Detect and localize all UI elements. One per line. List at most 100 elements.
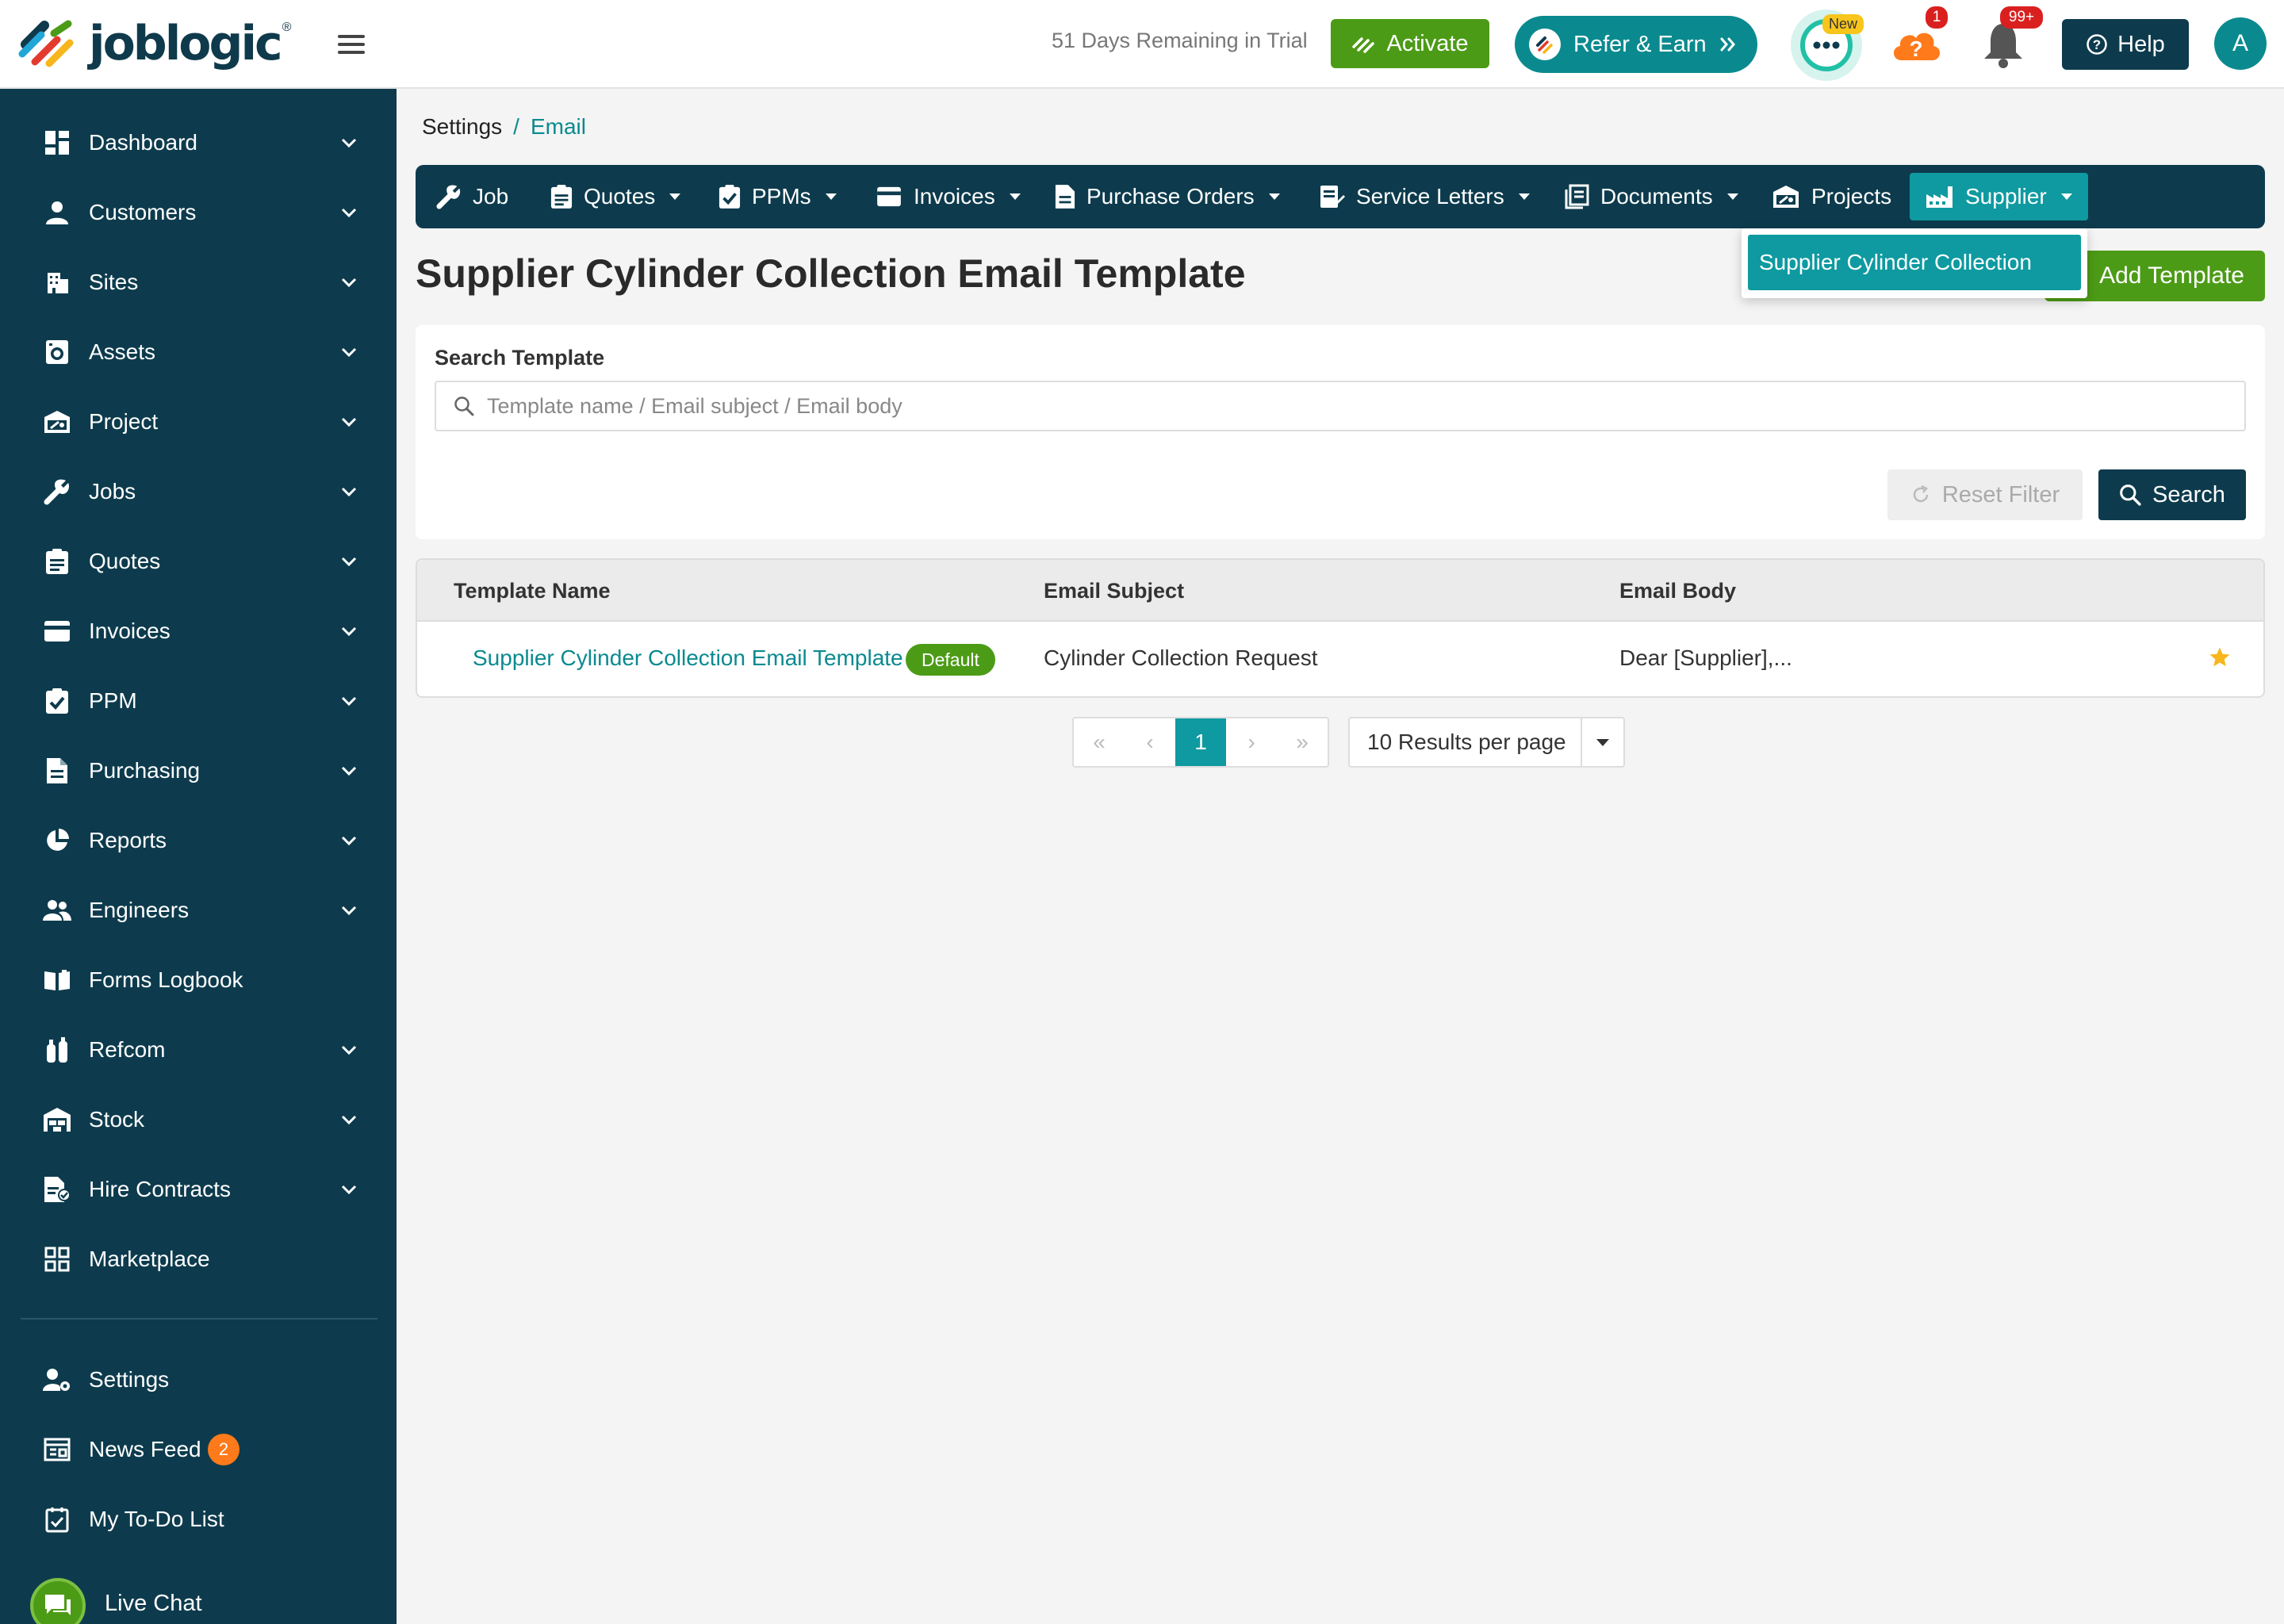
- chevron-down-icon[interactable]: [338, 690, 360, 712]
- search-input[interactable]: [487, 393, 2152, 419]
- sidebar-item-reports[interactable]: Reports: [0, 806, 397, 875]
- tab-label: Invoices: [914, 184, 995, 209]
- sidebar-item-hire-contracts[interactable]: Hire Contracts: [0, 1155, 397, 1224]
- clipboard-icon: [43, 547, 71, 576]
- tab-invoices[interactable]: Invoices: [868, 173, 1029, 220]
- previous-page-button[interactable]: ‹: [1125, 718, 1175, 766]
- refer-label: Refer & Earn: [1573, 31, 1707, 57]
- sidebar-item-todo[interactable]: My To-Do List: [0, 1484, 397, 1554]
- sidebar-item-engineers[interactable]: Engineers: [0, 875, 397, 945]
- sidebar-item-news-feed[interactable]: News Feed 2: [0, 1415, 397, 1484]
- help-circle-icon: ?: [2087, 34, 2107, 55]
- chevron-down-icon[interactable]: [338, 1178, 360, 1201]
- sidebar-item-settings[interactable]: Settings: [0, 1345, 397, 1415]
- chevron-down-icon[interactable]: [338, 829, 360, 852]
- sidebar-item-quotes[interactable]: Quotes: [0, 527, 397, 596]
- chevron-down-icon[interactable]: [338, 760, 360, 782]
- tab-job[interactable]: Job: [428, 173, 516, 220]
- document-icon: [43, 756, 71, 785]
- breadcrumb-email[interactable]: Email: [531, 114, 586, 140]
- column-header-email-subject[interactable]: Email Subject: [1044, 579, 1184, 603]
- tab-service-letters[interactable]: Service Letters: [1312, 173, 1538, 220]
- sidebar-divider: [21, 1318, 377, 1320]
- refer-earn-button[interactable]: Refer & Earn: [1515, 16, 1757, 73]
- column-header-template-name[interactable]: Template Name: [454, 579, 611, 603]
- sidebar-item-label: Jobs: [89, 479, 136, 504]
- sidebar-item-assets[interactable]: Assets: [0, 317, 397, 387]
- app-logo[interactable]: joblogic ®: [17, 17, 291, 70]
- tab-label: Purchase Orders: [1086, 184, 1255, 209]
- templates-table: Template Name Email Subject Email Body S…: [416, 558, 2265, 698]
- sidebar-item-dashboard[interactable]: Dashboard: [0, 108, 397, 178]
- sidebar-item-label: Sites: [89, 270, 139, 294]
- sidebar-item-sites[interactable]: Sites: [0, 247, 397, 317]
- chevron-down-icon[interactable]: [338, 271, 360, 293]
- chevron-down-icon[interactable]: [338, 132, 360, 154]
- reset-filter-button[interactable]: Reset Filter: [1887, 469, 2083, 520]
- chevron-down-icon[interactable]: [338, 481, 360, 503]
- tab-supplier[interactable]: Supplier: [1910, 173, 2088, 220]
- tab-label: Documents: [1600, 184, 1713, 209]
- menu-item-supplier-cylinder-collection[interactable]: Supplier Cylinder Collection: [1748, 235, 2081, 290]
- sidebar-item-ppm[interactable]: PPM: [0, 666, 397, 736]
- activate-button[interactable]: Activate: [1331, 19, 1489, 68]
- refresh-icon: [1913, 485, 1929, 503]
- tab-purchase-orders[interactable]: Purchase Orders: [1047, 173, 1288, 220]
- results-per-page-select[interactable]: 10 Results per page: [1348, 717, 1625, 768]
- chevron-down-icon[interactable]: [338, 1039, 360, 1061]
- chevron-down-icon[interactable]: [338, 620, 360, 642]
- sidebar-item-forms-logbook[interactable]: Forms Logbook: [0, 945, 397, 1015]
- sidebar-item-customers[interactable]: Customers: [0, 178, 397, 247]
- caret-down-icon: [1518, 193, 1530, 200]
- search-field[interactable]: [435, 381, 2246, 431]
- sidebar-item-refcom[interactable]: Refcom: [0, 1015, 397, 1085]
- bell-notification-badge: 99+: [2000, 6, 2043, 29]
- chevron-down-icon[interactable]: [338, 341, 360, 363]
- clipboard-icon: [550, 185, 573, 209]
- help-button[interactable]: ? Help: [2062, 19, 2189, 70]
- sidebar-item-invoices[interactable]: Invoices: [0, 596, 397, 666]
- logo-registered: ®: [282, 21, 292, 34]
- svg-text:?: ?: [1909, 36, 1922, 61]
- user-avatar[interactable]: A: [2214, 17, 2267, 70]
- project-icon: [43, 408, 71, 436]
- template-name-link[interactable]: Supplier Cylinder Collection Email Templ…: [473, 645, 903, 671]
- sidebar-item-marketplace[interactable]: Marketplace: [0, 1224, 397, 1294]
- column-header-email-body[interactable]: Email Body: [1619, 579, 1736, 603]
- tab-quotes[interactable]: Quotes: [542, 173, 688, 220]
- chevron-down-icon[interactable]: [338, 201, 360, 224]
- wrench-icon: [436, 185, 461, 209]
- wrench-icon: [43, 477, 71, 506]
- pagination: « ‹ 1 › » 10 Results per page: [1072, 717, 1625, 768]
- menu-toggle-icon[interactable]: [338, 35, 365, 54]
- tab-ppms[interactable]: PPMs: [711, 173, 845, 220]
- tab-label: Service Letters: [1356, 184, 1504, 209]
- page-1-button[interactable]: 1: [1175, 718, 1226, 766]
- help-label: Help: [2117, 31, 2165, 57]
- sidebar-item-project[interactable]: Project: [0, 387, 397, 457]
- table-row[interactable]: Supplier Cylinder Collection Email Templ…: [417, 622, 2263, 696]
- star-icon[interactable]: [2208, 645, 2232, 669]
- chevron-down-icon[interactable]: [338, 1109, 360, 1131]
- caret-down-icon: [669, 193, 681, 200]
- next-page-button[interactable]: ›: [1226, 718, 1277, 766]
- search-template-label: Search Template: [435, 346, 605, 370]
- live-chat-button[interactable]: [30, 1578, 86, 1624]
- sidebar-item-stock[interactable]: Stock: [0, 1085, 397, 1155]
- last-page-button[interactable]: »: [1277, 718, 1328, 766]
- sidebar-item-purchasing[interactable]: Purchasing: [0, 736, 397, 806]
- live-chat-label[interactable]: Live Chat: [105, 1591, 202, 1617]
- chevron-down-icon[interactable]: [338, 899, 360, 921]
- breadcrumb-settings[interactable]: Settings: [422, 114, 502, 140]
- chevron-down-icon[interactable]: [338, 411, 360, 433]
- cylinder-icon: [43, 1036, 71, 1064]
- card-icon: [43, 617, 71, 645]
- sidebar-item-jobs[interactable]: Jobs: [0, 457, 397, 527]
- caret-down-icon[interactable]: [1582, 718, 1623, 766]
- help-center-button[interactable]: ?: [1889, 24, 1943, 63]
- chevron-down-icon[interactable]: [338, 550, 360, 573]
- search-button[interactable]: Search: [2098, 469, 2246, 520]
- tab-projects[interactable]: Projects: [1764, 173, 1899, 220]
- tab-documents[interactable]: Documents: [1556, 173, 1746, 220]
- first-page-button[interactable]: «: [1074, 718, 1125, 766]
